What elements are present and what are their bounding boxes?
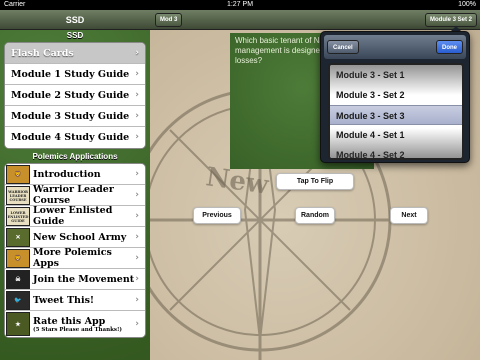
list-item-new-school-army[interactable]: ✕ New School Army › bbox=[5, 227, 145, 248]
sidebar: SSD SSD Flash Cards › Module 1 Study Guid… bbox=[0, 10, 150, 360]
chevron-right-icon: › bbox=[135, 132, 139, 142]
list-item-label: Tweet This! bbox=[33, 294, 95, 306]
list-item-join-the-movement[interactable]: ☠ Join the Movement › bbox=[5, 269, 145, 290]
chevron-right-icon: › bbox=[135, 232, 139, 242]
list-item-label: Module 1 Study Guide bbox=[11, 68, 130, 80]
list-item-tweet-this[interactable]: 🐦 Tweet This! › bbox=[5, 290, 145, 311]
set-picker-wheel[interactable]: Module 3 - Set 1 Module 3 - Set 2 Module… bbox=[328, 63, 464, 160]
list-item-label: More Polemics Apps bbox=[33, 247, 112, 269]
list-item-label: Module 2 Study Guide bbox=[11, 89, 130, 101]
list-item-label: Join the Movement bbox=[33, 273, 135, 285]
list-item-module-3[interactable]: Module 3 Study Guide › bbox=[5, 106, 145, 127]
chevron-right-icon: › bbox=[135, 211, 139, 221]
list-item-sublabel: (5 Stars Please and Thanks!) bbox=[33, 326, 123, 333]
list-item-label: Module 3 Study Guide bbox=[11, 110, 130, 122]
section-title-ssd: SSD bbox=[66, 31, 84, 40]
section-title-polemics: Polemics Applications bbox=[32, 152, 118, 161]
star-icon: ★ bbox=[6, 312, 30, 336]
list-item-label: Flash Cards bbox=[11, 47, 74, 59]
chevron-right-icon: › bbox=[135, 319, 139, 329]
random-button[interactable]: Random bbox=[295, 207, 335, 224]
picker-option[interactable]: Module 4 - Set 1 bbox=[330, 125, 462, 145]
list-item-flash-cards[interactable]: Flash Cards › bbox=[5, 43, 145, 64]
lion-icon: 🦁 bbox=[6, 165, 30, 184]
lower-enlisted-guide-icon: LOWER ENLISTED GUIDE bbox=[6, 207, 30, 226]
list-item-introduction[interactable]: 🦁 Introduction › bbox=[5, 164, 145, 185]
done-button[interactable]: Done bbox=[436, 40, 463, 54]
chevron-right-icon: › bbox=[135, 295, 139, 305]
lion-icon: 🦁 bbox=[6, 249, 30, 268]
chevron-right-icon: › bbox=[135, 48, 139, 58]
list-item-label: Rate this App bbox=[33, 315, 106, 327]
skull-icon: ☠ bbox=[6, 270, 30, 289]
list-item-label: Introduction bbox=[33, 168, 101, 180]
status-time: 1:27 PM bbox=[226, 1, 254, 8]
list-item-label: Warrior Leader Course bbox=[33, 184, 114, 206]
warrior-leader-course-icon: WARRIOR LEADER COURSE bbox=[6, 186, 30, 205]
list-item-module-4[interactable]: Module 4 Study Guide › bbox=[5, 127, 145, 148]
main-toolbar: Mod 3 Module 3 Set 2 bbox=[150, 10, 480, 30]
module-set-button[interactable]: Module 3 Set 2 bbox=[424, 13, 477, 27]
list-item-module-1[interactable]: Module 1 Study Guide › bbox=[5, 64, 145, 85]
list-item-label: Lower Enlisted Guide bbox=[33, 205, 113, 227]
chevron-right-icon: › bbox=[135, 190, 139, 200]
set-picker-popover: Cancel Done Module 3 - Set 1 Module 3 - … bbox=[320, 31, 470, 163]
cancel-button[interactable]: Cancel bbox=[327, 40, 359, 54]
status-bar: Carrier 1:27 PM 100% bbox=[0, 0, 480, 10]
chevron-right-icon: › bbox=[135, 69, 139, 79]
list-item-more-polemics-apps[interactable]: 🦁 More Polemics Apps › bbox=[5, 247, 145, 269]
list-item-label: New School Army bbox=[33, 231, 127, 243]
list-item-label: Module 4 Study Guide bbox=[11, 132, 130, 143]
bird-icon: 🐦 bbox=[6, 291, 30, 310]
list-item-rate-this-app[interactable]: ★ Rate this App (5 Stars Please and Thanks… bbox=[5, 311, 145, 337]
mod-button[interactable]: Mod 3 bbox=[155, 13, 183, 27]
list-item-lower-enlisted-guide[interactable]: LOWER ENLISTED GUIDE Lower Enlisted Guide… bbox=[5, 205, 145, 227]
next-button[interactable]: Next bbox=[390, 207, 428, 224]
chevron-right-icon: › bbox=[135, 169, 139, 179]
picker-option[interactable]: Module 3 - Set 2 bbox=[330, 85, 462, 105]
picker-option[interactable]: Module 3 - Set 1 bbox=[330, 65, 462, 85]
tap-to-flip-button[interactable]: Tap To Flip bbox=[276, 173, 354, 190]
popover-toolbar: Cancel Done bbox=[324, 35, 466, 59]
chevron-right-icon: › bbox=[135, 253, 139, 263]
battery-indicator: 100% bbox=[458, 1, 476, 8]
picker-option-selected[interactable]: Module 3 - Set 3 bbox=[330, 105, 462, 125]
list-item-warrior-leader-course[interactable]: WARRIOR LEADER COURSE Warrior Leader Cour… bbox=[5, 184, 145, 206]
rate-app-label-wrap: Rate this App (5 Stars Please and Thanks!… bbox=[33, 316, 122, 333]
sidebar-title: SSD bbox=[0, 10, 150, 30]
picker-option[interactable]: Module 4 - Set 2 bbox=[330, 145, 462, 158]
army-icon: ✕ bbox=[6, 228, 30, 247]
previous-button[interactable]: Previous bbox=[193, 207, 241, 224]
chevron-right-icon: › bbox=[135, 111, 139, 121]
chevron-right-icon: › bbox=[135, 90, 139, 100]
chevron-right-icon: › bbox=[135, 274, 139, 284]
study-guide-list: Flash Cards › Module 1 Study Guide › Modul… bbox=[4, 42, 146, 149]
polemics-apps-list: 🦁 Introduction › WARRIOR LEADER COURSE Warr… bbox=[4, 163, 146, 338]
list-item-module-2[interactable]: Module 2 Study Guide › bbox=[5, 85, 145, 106]
